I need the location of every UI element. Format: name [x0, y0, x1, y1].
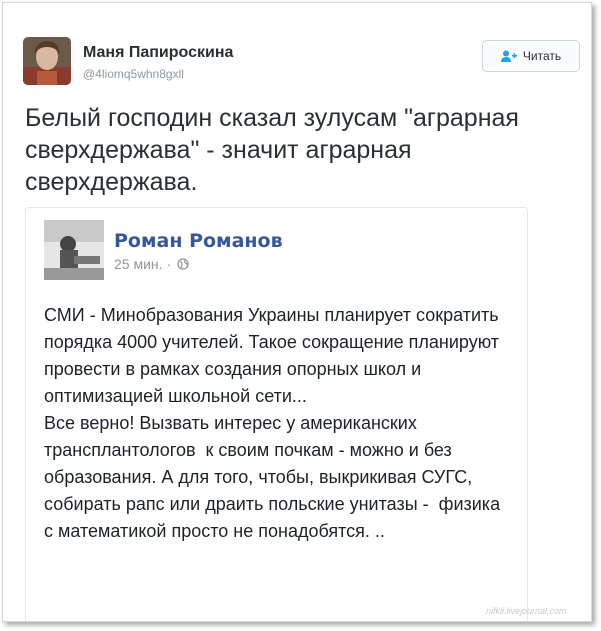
author-name[interactable]: Маня Папироскина — [83, 44, 233, 62]
follow-button-label: Читать — [522, 49, 562, 63]
post-time[interactable]: 25 мин. — [114, 256, 163, 272]
screenshot-frame: Маня Папироскина @4liomq5whn8gxll Читать… — [2, 2, 592, 622]
globe-icon — [177, 258, 189, 270]
post-meta: 25 мин. · — [114, 256, 189, 272]
author-avatar[interactable] — [23, 37, 71, 85]
author-handle[interactable]: @4liomq5whn8gxll — [83, 67, 184, 81]
embedded-post-card[interactable]: Роман Романов 25 мин. · СМИ - Минобразов… — [25, 207, 528, 621]
embedded-post-body: СМИ - Минобразования Украины планирует с… — [44, 305, 501, 541]
watermark: nifkii.livejournal.com — [486, 606, 567, 616]
follow-user-icon — [500, 50, 517, 62]
follow-button[interactable]: Читать — [482, 40, 580, 72]
tweet-text: Белый господин сказал зулусам "аграрная … — [25, 104, 519, 196]
meta-separator: · — [166, 256, 172, 272]
embedded-author-avatar[interactable] — [44, 220, 104, 280]
embedded-author-name[interactable]: Роман Романов — [114, 230, 283, 252]
